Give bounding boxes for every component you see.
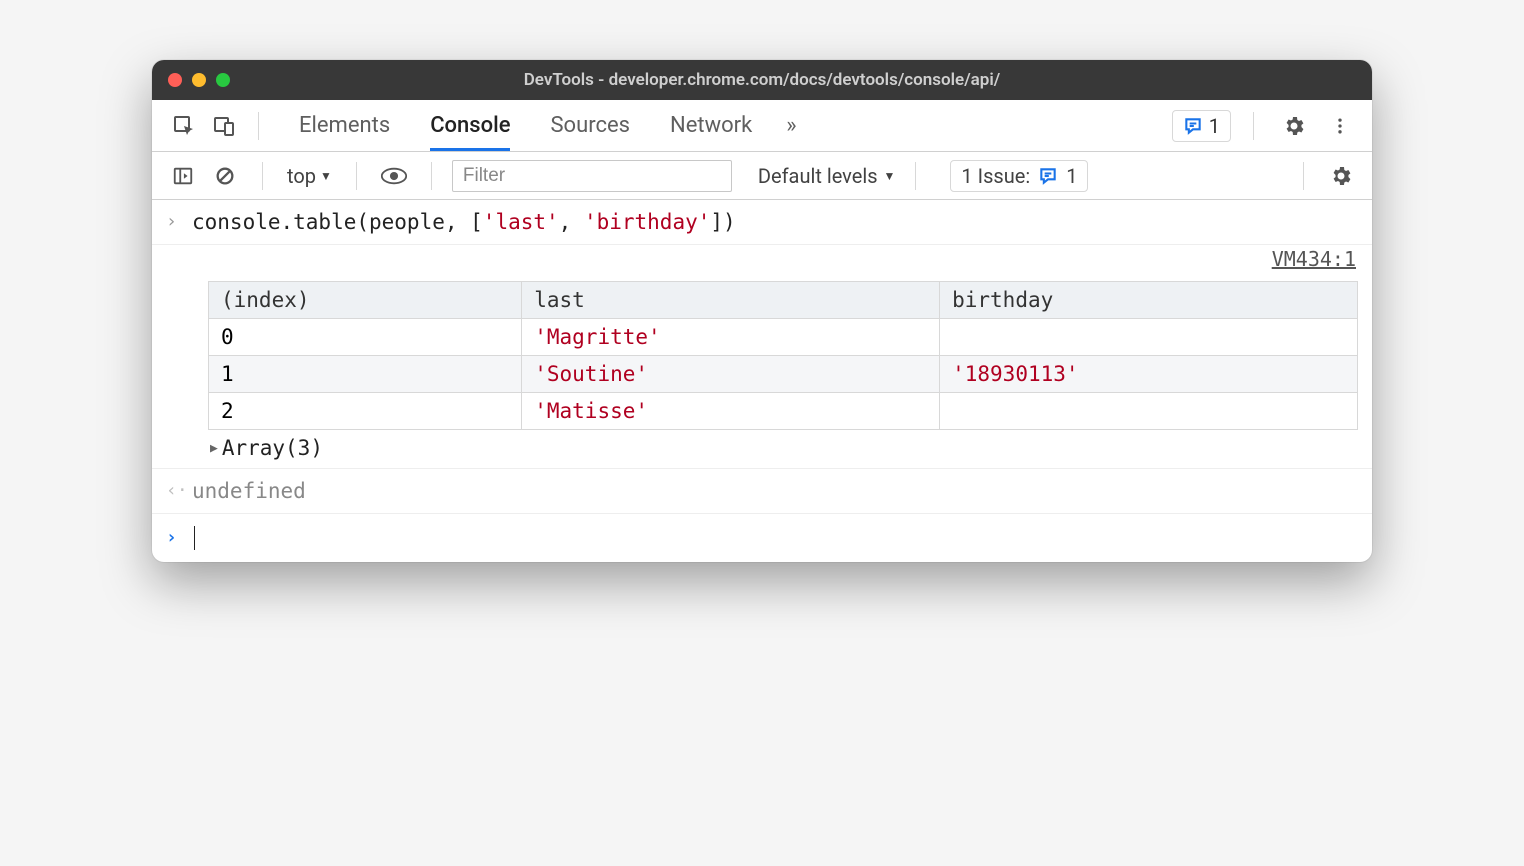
- divider: [262, 162, 263, 190]
- cell-birthday: [940, 319, 1358, 356]
- device-toggle-icon[interactable]: [206, 108, 242, 144]
- table-row: 2 'Matisse': [209, 393, 1358, 430]
- console-command-row: › console.table(people, ['last', 'birthd…: [152, 200, 1372, 245]
- divider: [258, 112, 259, 140]
- source-link-row: VM434:1: [152, 245, 1372, 277]
- console-settings-icon[interactable]: [1324, 159, 1358, 193]
- issues-count: 1: [1066, 164, 1077, 188]
- minimize-button[interactable]: [192, 73, 206, 87]
- console-return-row: ‹· undefined: [152, 469, 1372, 514]
- issues-badge[interactable]: 1: [1172, 110, 1231, 142]
- tab-network[interactable]: Network: [670, 101, 752, 150]
- devtools-window: DevTools - developer.chrome.com/docs/dev…: [152, 60, 1372, 562]
- divider: [1253, 112, 1254, 140]
- text-cursor: [194, 526, 195, 550]
- settings-icon[interactable]: [1276, 108, 1312, 144]
- col-index[interactable]: (index): [209, 282, 522, 319]
- console-table-container: (index) last birthday 0 'Magritte' 1 'So…: [152, 277, 1372, 469]
- output-chevron-icon: ‹·: [166, 477, 192, 505]
- table-header-row: (index) last birthday: [209, 282, 1358, 319]
- table-row: 1 'Soutine' '18930113': [209, 356, 1358, 393]
- triangle-right-icon: ▶: [210, 441, 218, 456]
- divider: [431, 162, 432, 190]
- cell-index: 0: [209, 319, 522, 356]
- issues-counter[interactable]: 1 Issue: 1: [950, 160, 1088, 192]
- more-tabs-button[interactable]: »: [786, 113, 796, 138]
- return-value: undefined: [192, 477, 1358, 505]
- clear-console-icon[interactable]: [208, 159, 242, 193]
- input-chevron-icon: ›: [166, 208, 192, 236]
- cell-last: 'Soutine': [522, 356, 940, 393]
- tab-console[interactable]: Console: [430, 101, 510, 150]
- tab-elements[interactable]: Elements: [299, 101, 390, 150]
- issues-label: 1 Issue:: [961, 164, 1030, 188]
- tab-sources[interactable]: Sources: [550, 101, 630, 150]
- code-fragment: console.table(people, [: [192, 210, 483, 234]
- filter-input[interactable]: [452, 160, 732, 192]
- col-last[interactable]: last: [522, 282, 940, 319]
- col-birthday[interactable]: birthday: [940, 282, 1358, 319]
- console-output: › console.table(people, ['last', 'birthd…: [152, 200, 1372, 562]
- divider: [1303, 162, 1304, 190]
- close-button[interactable]: [168, 73, 182, 87]
- window-title: DevTools - developer.chrome.com/docs/dev…: [524, 70, 1001, 90]
- context-label: top: [287, 164, 316, 188]
- chevron-down-icon: ▼: [884, 169, 896, 183]
- cell-index: 2: [209, 393, 522, 430]
- titlebar: DevTools - developer.chrome.com/docs/dev…: [152, 60, 1372, 100]
- string-literal: 'birthday': [584, 210, 710, 234]
- live-expression-icon[interactable]: [377, 159, 411, 193]
- source-link[interactable]: VM434:1: [1252, 247, 1356, 271]
- traffic-lights: [168, 73, 230, 87]
- cell-last: 'Magritte': [522, 319, 940, 356]
- log-levels-selector[interactable]: Default levels ▼: [758, 164, 896, 188]
- issues-badge-count: 1: [1209, 114, 1220, 138]
- cell-last: 'Matisse': [522, 393, 940, 430]
- toggle-sidebar-icon[interactable]: [166, 159, 200, 193]
- maximize-button[interactable]: [216, 73, 230, 87]
- console-table: (index) last birthday 0 'Magritte' 1 'So…: [208, 281, 1358, 430]
- prompt-chevron-icon: ›: [166, 524, 192, 552]
- kebab-menu-icon[interactable]: [1322, 108, 1358, 144]
- cell-birthday: '18930113': [940, 356, 1358, 393]
- console-prompt-row[interactable]: ›: [152, 514, 1372, 562]
- table-row: 0 'Magritte': [209, 319, 1358, 356]
- command-text: console.table(people, ['last', 'birthday…: [192, 208, 1358, 236]
- code-fragment: ,: [559, 210, 584, 234]
- panel-tabs: Elements Console Sources Network: [299, 101, 752, 150]
- code-fragment: ]): [710, 210, 735, 234]
- chat-icon: [1183, 116, 1203, 136]
- inspect-icon[interactable]: [166, 108, 202, 144]
- console-toolbar: top ▼ Default levels ▼ 1 Issue: 1: [152, 152, 1372, 200]
- divider: [356, 162, 357, 190]
- cell-index: 1: [209, 356, 522, 393]
- divider: [915, 162, 916, 190]
- array-summary: Array(3): [222, 436, 323, 460]
- string-literal: 'last': [483, 210, 559, 234]
- array-expand-toggle[interactable]: ▶ Array(3): [208, 430, 1358, 462]
- chat-icon: [1038, 166, 1058, 186]
- chevron-down-icon: ▼: [320, 169, 332, 183]
- cell-birthday: [940, 393, 1358, 430]
- context-selector[interactable]: top ▼: [283, 164, 336, 188]
- devtools-tabbar: Elements Console Sources Network » 1: [152, 100, 1372, 152]
- levels-label: Default levels: [758, 164, 878, 188]
